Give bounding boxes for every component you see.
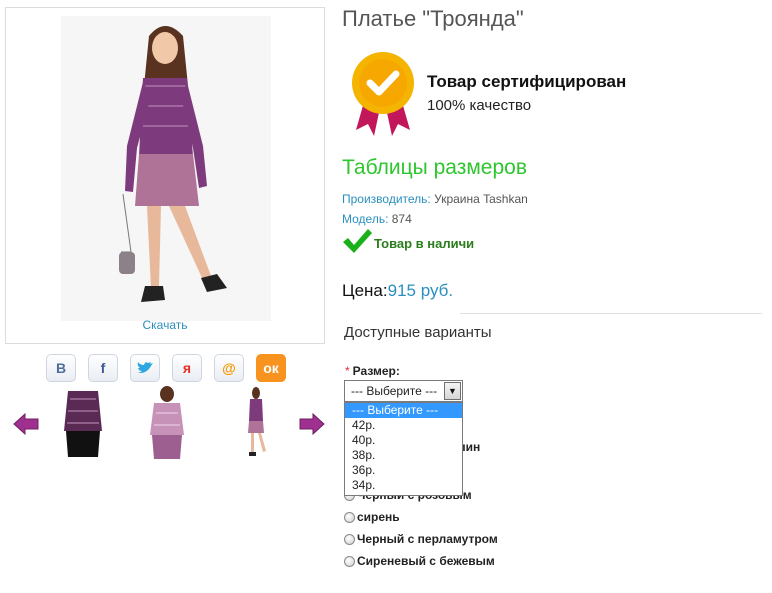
vk-icon[interactable]: В bbox=[46, 354, 76, 382]
size-label-text: Размер: bbox=[352, 364, 400, 378]
certificate-badge-icon bbox=[350, 50, 416, 141]
color-option[interactable]: сирень bbox=[344, 510, 400, 524]
dropdown-arrow-icon[interactable]: ▼ bbox=[444, 382, 461, 400]
dropdown-option[interactable]: --- Выберите --- bbox=[345, 403, 462, 418]
main-product-image[interactable]: Скачать bbox=[5, 7, 325, 344]
options-title: Доступные варианты bbox=[344, 324, 492, 341]
size-select-value: --- Выберите --- bbox=[351, 384, 438, 398]
twitter-icon[interactable] bbox=[130, 354, 160, 382]
certificate-subtitle: 100% качество bbox=[427, 97, 532, 114]
dropdown-option[interactable]: 34р. bbox=[345, 478, 462, 493]
color-option[interactable]: Сиреневый с бежевым bbox=[344, 554, 495, 568]
thumbnail-2[interactable] bbox=[142, 385, 192, 459]
model-figure-icon bbox=[119, 26, 227, 302]
color-option-label: Черный с перламутром bbox=[357, 532, 498, 546]
manufacturer-row: Производитель: Украина Tashkan bbox=[342, 192, 528, 206]
dropdown-option[interactable]: 42р. bbox=[345, 418, 462, 433]
share-buttons: В f я @ ок bbox=[46, 354, 286, 382]
checkmark-icon bbox=[342, 228, 372, 259]
size-select[interactable]: --- Выберите --- ▼ bbox=[344, 380, 463, 402]
size-label: * Размер: bbox=[345, 364, 400, 378]
divider bbox=[460, 313, 762, 314]
stock-text: Товар в наличи bbox=[374, 236, 475, 251]
thumbnail-3[interactable] bbox=[232, 385, 282, 459]
dropdown-option[interactable]: 40р. bbox=[345, 433, 462, 448]
thumbnail-carousel bbox=[10, 385, 330, 465]
color-option-label: Сиреневый с бежевым bbox=[357, 554, 495, 568]
odnoklassniki-icon[interactable]: ок bbox=[256, 354, 286, 382]
radio-button[interactable] bbox=[344, 511, 355, 523]
certificate-title: Товар сертифицирован bbox=[427, 72, 627, 91]
facebook-icon[interactable]: f bbox=[88, 354, 118, 382]
stock-status: Товар в наличи bbox=[342, 228, 474, 259]
ya-icon[interactable]: я bbox=[172, 354, 202, 382]
radio-button[interactable] bbox=[344, 555, 355, 567]
next-arrow-icon[interactable] bbox=[299, 412, 325, 440]
manufacturer-label[interactable]: Производитель: bbox=[342, 192, 431, 206]
dropdown-option[interactable]: 38р. bbox=[345, 448, 462, 463]
color-option[interactable]: Черный с перламутром bbox=[344, 532, 498, 546]
color-option-label: сирень bbox=[357, 510, 400, 524]
download-link[interactable]: Скачать bbox=[6, 318, 324, 332]
radio-button[interactable] bbox=[344, 533, 355, 545]
prev-arrow-icon[interactable] bbox=[13, 412, 39, 440]
price-label: Цена: bbox=[342, 281, 388, 300]
model-label: Модель: bbox=[342, 212, 389, 226]
required-mark: * bbox=[345, 364, 350, 378]
product-photo bbox=[61, 16, 271, 321]
model-value: 874 bbox=[391, 212, 412, 226]
product-title: Платье "Троянда" bbox=[342, 6, 524, 31]
thumbnail-1[interactable] bbox=[58, 385, 108, 459]
model-row: Модель: 874 bbox=[342, 212, 412, 226]
size-dropdown-list: --- Выберите --- 42р. 40р. 38р. 36р. 34р… bbox=[344, 402, 463, 496]
manufacturer-value: Украина Tashkan bbox=[434, 192, 528, 206]
dropdown-option[interactable]: 36р. bbox=[345, 463, 462, 478]
price: Цена:915 руб. bbox=[342, 281, 453, 301]
mail-icon[interactable]: @ bbox=[214, 354, 244, 382]
size-table-link[interactable]: Таблицы размеров bbox=[342, 156, 527, 180]
price-value: 915 руб. bbox=[387, 281, 454, 300]
